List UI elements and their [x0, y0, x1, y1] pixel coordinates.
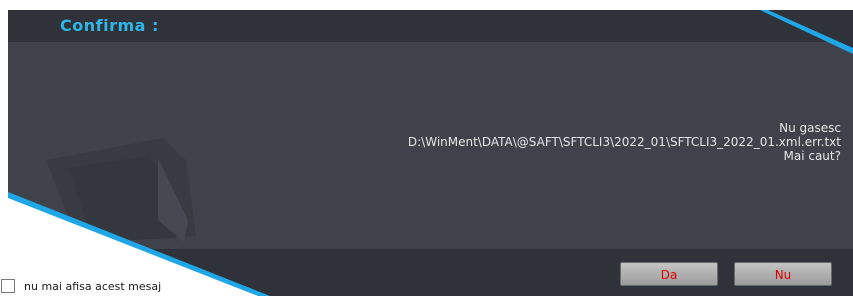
dont-show-option[interactable]: nu mai afisa acest mesaj [0, 276, 161, 296]
left-window-edge [0, 0, 8, 200]
dont-show-checkbox[interactable] [1, 279, 15, 293]
message-line-question: Mai caut? [783, 149, 842, 163]
confirm-dialog: Confirma : Nu gasesc D:\WinMent\DATA\@SA… [8, 10, 853, 296]
top-right-accent-fill [768, 10, 853, 48]
dont-show-label: nu mai afisa acest mesaj [24, 279, 162, 293]
no-button[interactable]: Nu [734, 262, 832, 286]
message-line-1: Nu gasesc [779, 121, 841, 135]
dialog-message: Nu gasesc D:\WinMent\DATA\@SAFT\SFTCLI3\… [408, 121, 841, 163]
yes-button[interactable]: Da [620, 262, 718, 286]
message-line-path: D:\WinMent\DATA\@SAFT\SFTCLI3\2022_01\SF… [407, 135, 841, 149]
